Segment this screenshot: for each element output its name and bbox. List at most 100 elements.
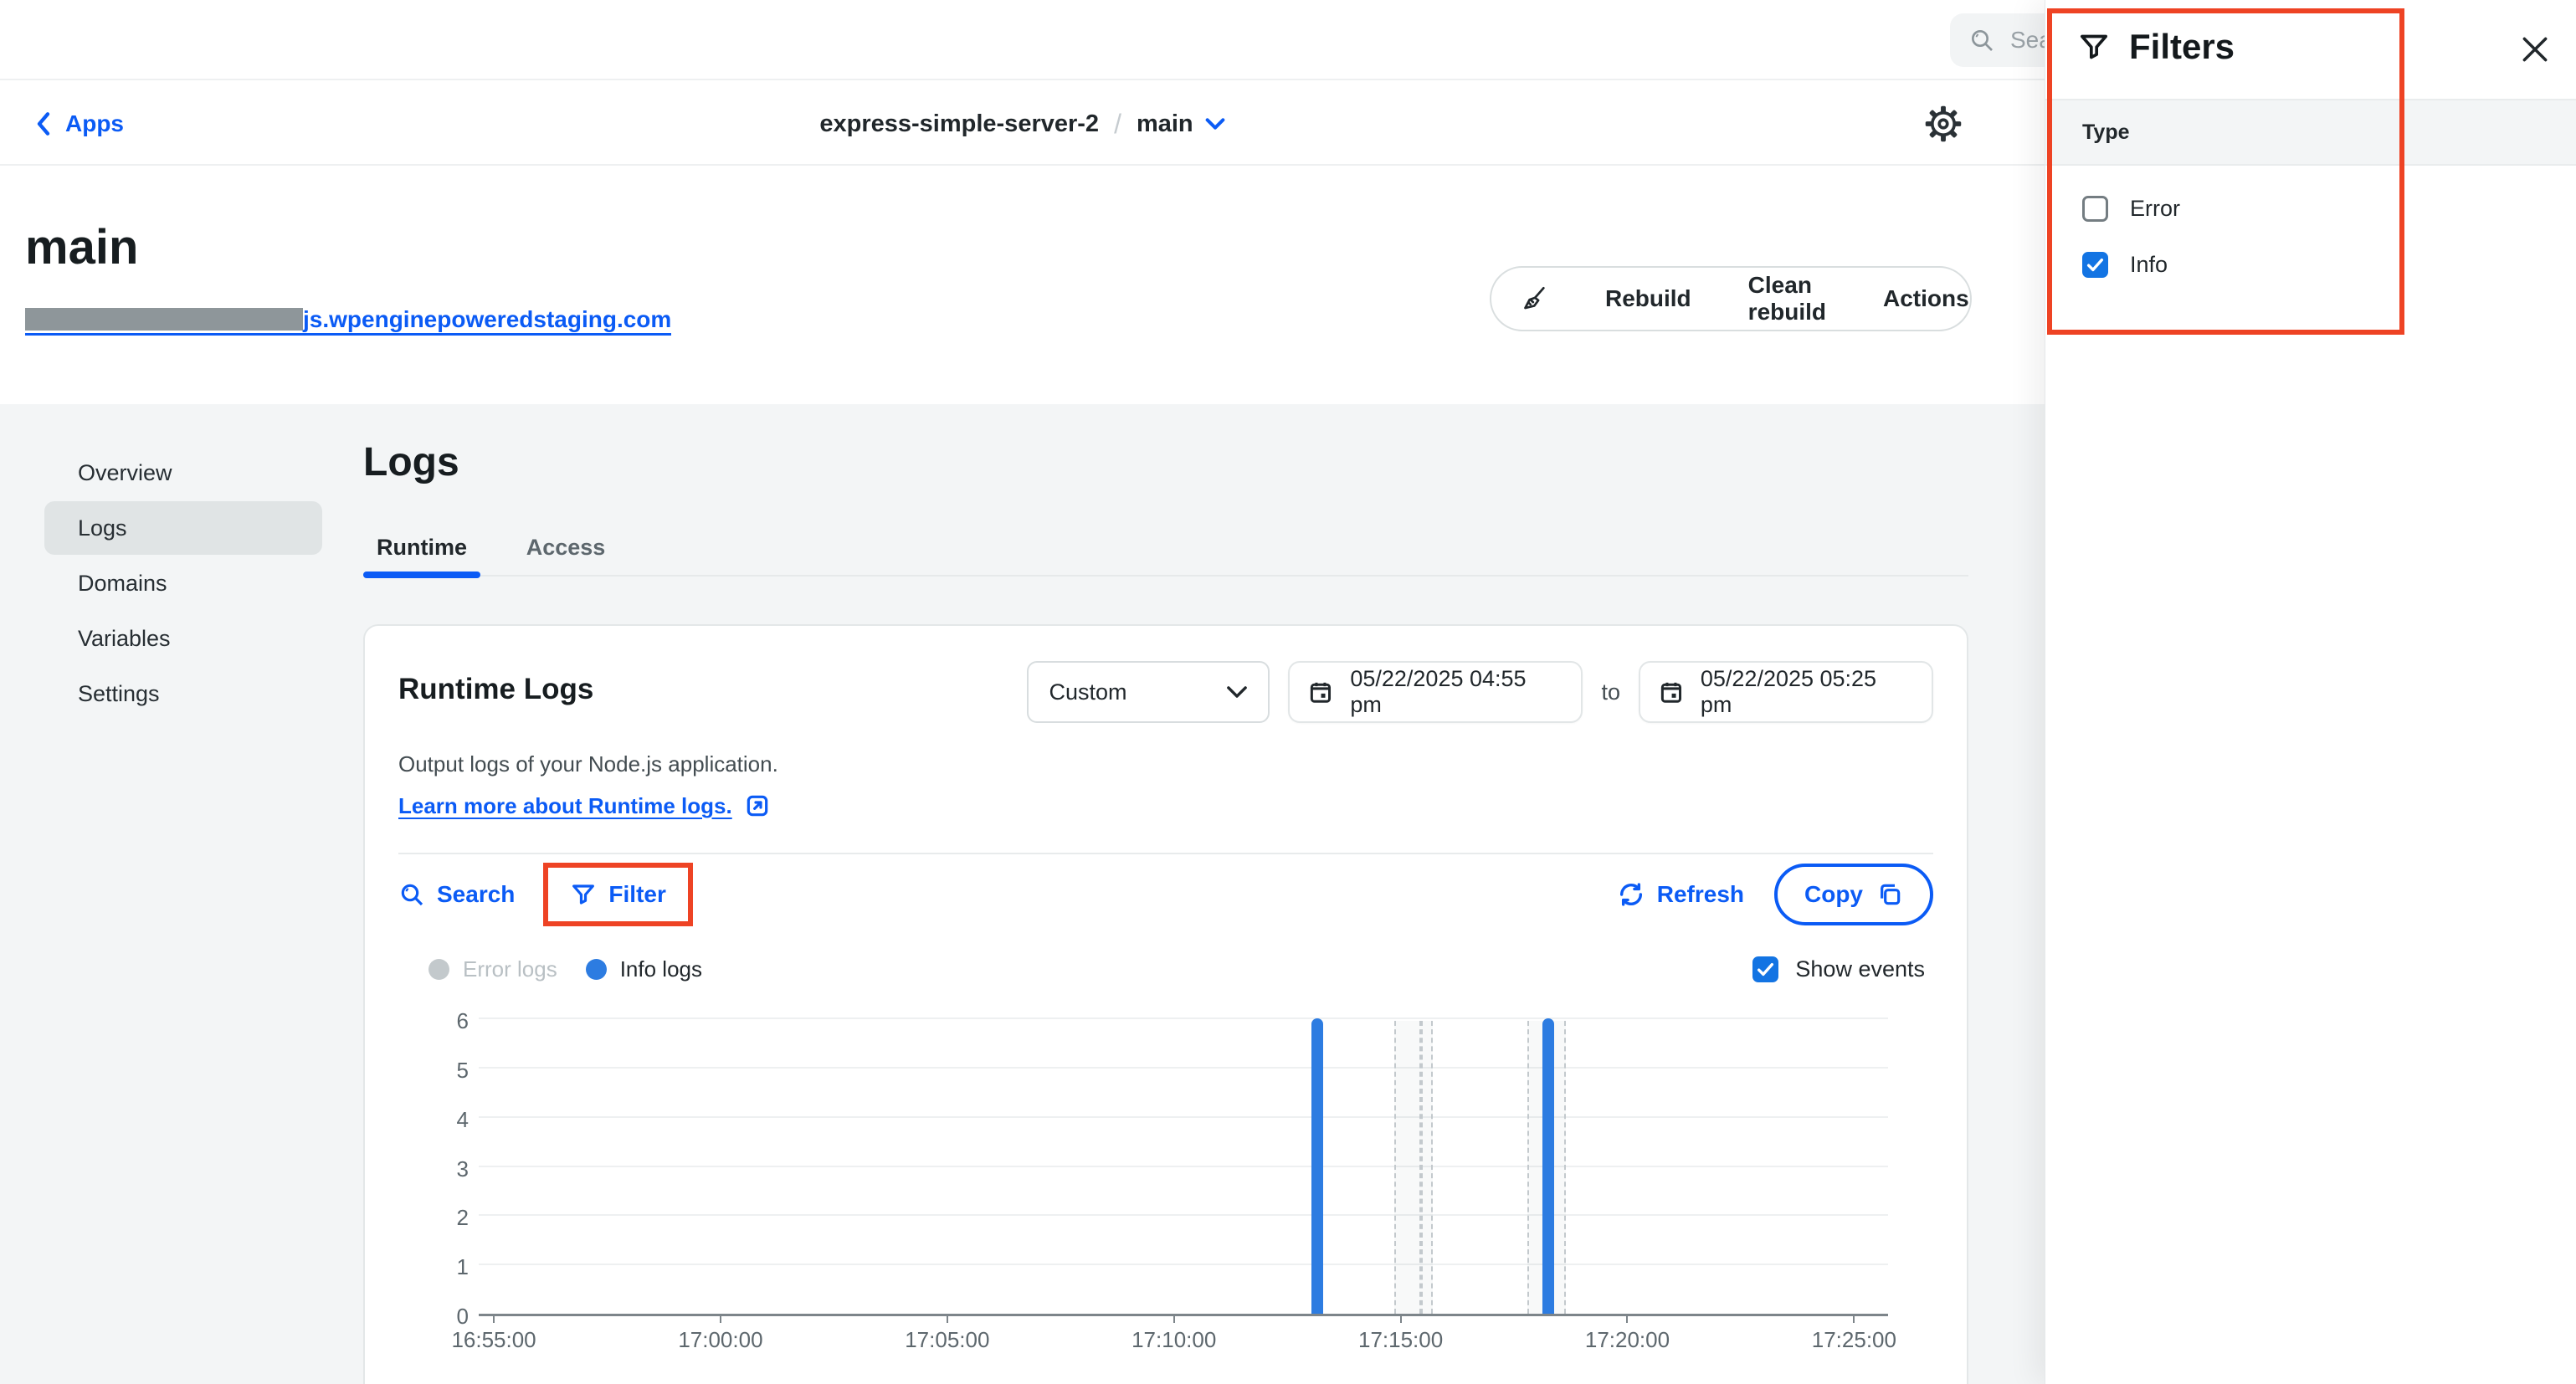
settings-gear-button[interactable] [1925,105,1962,142]
event-band[interactable] [1421,1021,1433,1314]
date-from-value: 05/22/2025 04:55 pm [1350,666,1563,718]
date-to-input[interactable]: 05/22/2025 05:25 pm [1639,661,1933,723]
filter-logs-button[interactable]: Filter [570,881,665,908]
app-screen: Search Apps express-simple-server-2 / ma… [0,0,2576,1384]
chart-gridline [479,1067,1888,1069]
actions-menu-button[interactable]: Actions [1855,268,1972,330]
card-description: Output logs of your Node.js application. [365,751,1967,777]
close-drawer-button[interactable] [2519,33,2551,65]
logs-toolbar: Search Filter Refresh [365,854,1967,935]
runtime-logs-card: Runtime Logs Custom 05/22/2025 04:55 pm … [363,624,1968,1384]
legend-label: Error logs [463,956,557,982]
event-band[interactable] [1394,1021,1421,1314]
filter-button-annotation-box: Filter [543,863,692,926]
legend-label: Info logs [620,956,702,982]
y-axis-label: 5 [398,1058,469,1084]
x-axis-label: 17:00:00 [678,1327,762,1353]
copy-button-label: Copy [1804,881,1863,908]
rebuild-button[interactable]: Rebuild [1577,268,1720,330]
tabs-rail [363,575,1968,577]
y-axis-label: 6 [398,1008,469,1034]
y-axis-label: 4 [398,1107,469,1133]
sidebar-item-settings[interactable]: Settings [44,667,322,720]
legend-item-info-logs[interactable]: Info logs [586,956,702,982]
calendar-icon [1308,679,1333,705]
search-icon [398,881,425,908]
show-events-toggle[interactable]: Show events [1752,956,1925,982]
y-axis-label: 2 [398,1205,469,1231]
breadcrumb: express-simple-server-2 / main [0,82,2045,166]
log-count-bar[interactable] [1311,1018,1323,1314]
breadcrumb-separator: / [1114,109,1121,140]
log-count-bar[interactable] [1542,1018,1554,1314]
breadcrumb-app-name: express-simple-server-2 [819,110,1099,138]
filters-drawer: Filters Type Error Info [2045,0,2576,1384]
clean-rebuild-button[interactable]: Clean rebuild [1720,268,1855,330]
card-title: Runtime Logs [398,673,593,706]
content-area: Overview Logs Domains Variables Settings… [0,404,2045,1384]
learn-more-label: Learn more about Runtime logs. [398,793,732,819]
search-button-label: Search [437,881,515,908]
x-axis-tick [1173,1314,1175,1323]
sidebar-item-domains[interactable]: Domains [44,556,322,610]
time-range-select[interactable]: Custom [1027,661,1270,723]
x-axis-label: 17:15:00 [1358,1327,1443,1353]
x-axis-tick [1853,1314,1855,1323]
y-axis-label: 1 [398,1254,469,1280]
error-logs-dot [428,959,449,980]
chart-plot: 16:55:0017:00:0017:05:0017:10:0017:15:00… [479,1021,1888,1316]
time-range-value: Custom [1049,679,1126,705]
filter-option-label: Error [2130,196,2180,222]
funnel-icon [2077,30,2111,64]
tab-runtime[interactable]: Runtime [363,523,480,572]
search-logs-button[interactable]: Search [398,881,515,908]
environment-header: main js.wpenginepoweredstaging.com Rebui… [0,167,2045,404]
info-checkbox[interactable] [2082,252,2108,278]
search-icon [1968,27,1995,54]
learn-more-link[interactable]: Learn more about Runtime logs. [365,792,1967,819]
show-events-checkbox[interactable] [1752,956,1778,982]
checkmark-icon [1757,962,1774,976]
calendar-icon [1659,679,1684,705]
copy-logs-button[interactable]: Copy [1774,864,1933,925]
environment-actions-group: Rebuild Clean rebuild Actions [1490,266,1972,331]
chart-gridline [479,1116,1888,1118]
filter-section-label: Type [2082,120,2130,145]
logs-tabs: Runtime Access [363,523,1968,578]
x-axis-label: 16:55:00 [451,1327,536,1353]
error-checkbox[interactable] [2082,196,2108,222]
environment-url-link[interactable]: js.wpenginepoweredstaging.com [25,308,671,336]
legend-item-error-logs[interactable]: Error logs [428,956,557,982]
funnel-icon [570,881,597,908]
sweep-button[interactable] [1491,268,1577,330]
date-from-input[interactable]: 05/22/2025 04:55 pm [1288,661,1583,723]
x-axis-label: 17:10:00 [1131,1327,1216,1353]
page-title: Logs [363,439,459,485]
refresh-button[interactable]: Refresh [1617,880,1744,909]
filter-option-label: Info [2130,252,2168,278]
sidebar-item-overview[interactable]: Overview [44,446,322,500]
copy-icon [1876,881,1903,908]
x-axis-tick [720,1314,721,1323]
branch-selector[interactable]: main [1137,110,1225,138]
environment-url-text: js.wpenginepoweredstaging.com [303,308,671,331]
refresh-icon [1617,880,1645,909]
x-axis-label: 17:20:00 [1585,1327,1670,1353]
checkmark-icon [2086,258,2104,272]
filter-section-type: Type [2045,99,2576,166]
sidebar-item-logs[interactable]: Logs [44,501,322,555]
filter-option-error[interactable]: Error [2045,196,2576,222]
chart-legend: Error logs Info logs [428,956,702,982]
chart-gridline [479,1214,1888,1216]
external-link-icon [744,792,771,819]
refresh-button-label: Refresh [1657,881,1744,908]
filters-drawer-header: Filters [2045,0,2576,99]
date-range-to-label: to [1601,679,1620,705]
y-axis-label: 3 [398,1156,469,1182]
filter-option-info[interactable]: Info [2045,252,2576,278]
sidebar-nav: Overview Logs Domains Variables Settings [44,446,322,722]
sidebar-item-variables[interactable]: Variables [44,612,322,665]
show-events-label: Show events [1795,956,1925,982]
gear-icon [1925,105,1962,142]
tab-access[interactable]: Access [511,523,621,572]
